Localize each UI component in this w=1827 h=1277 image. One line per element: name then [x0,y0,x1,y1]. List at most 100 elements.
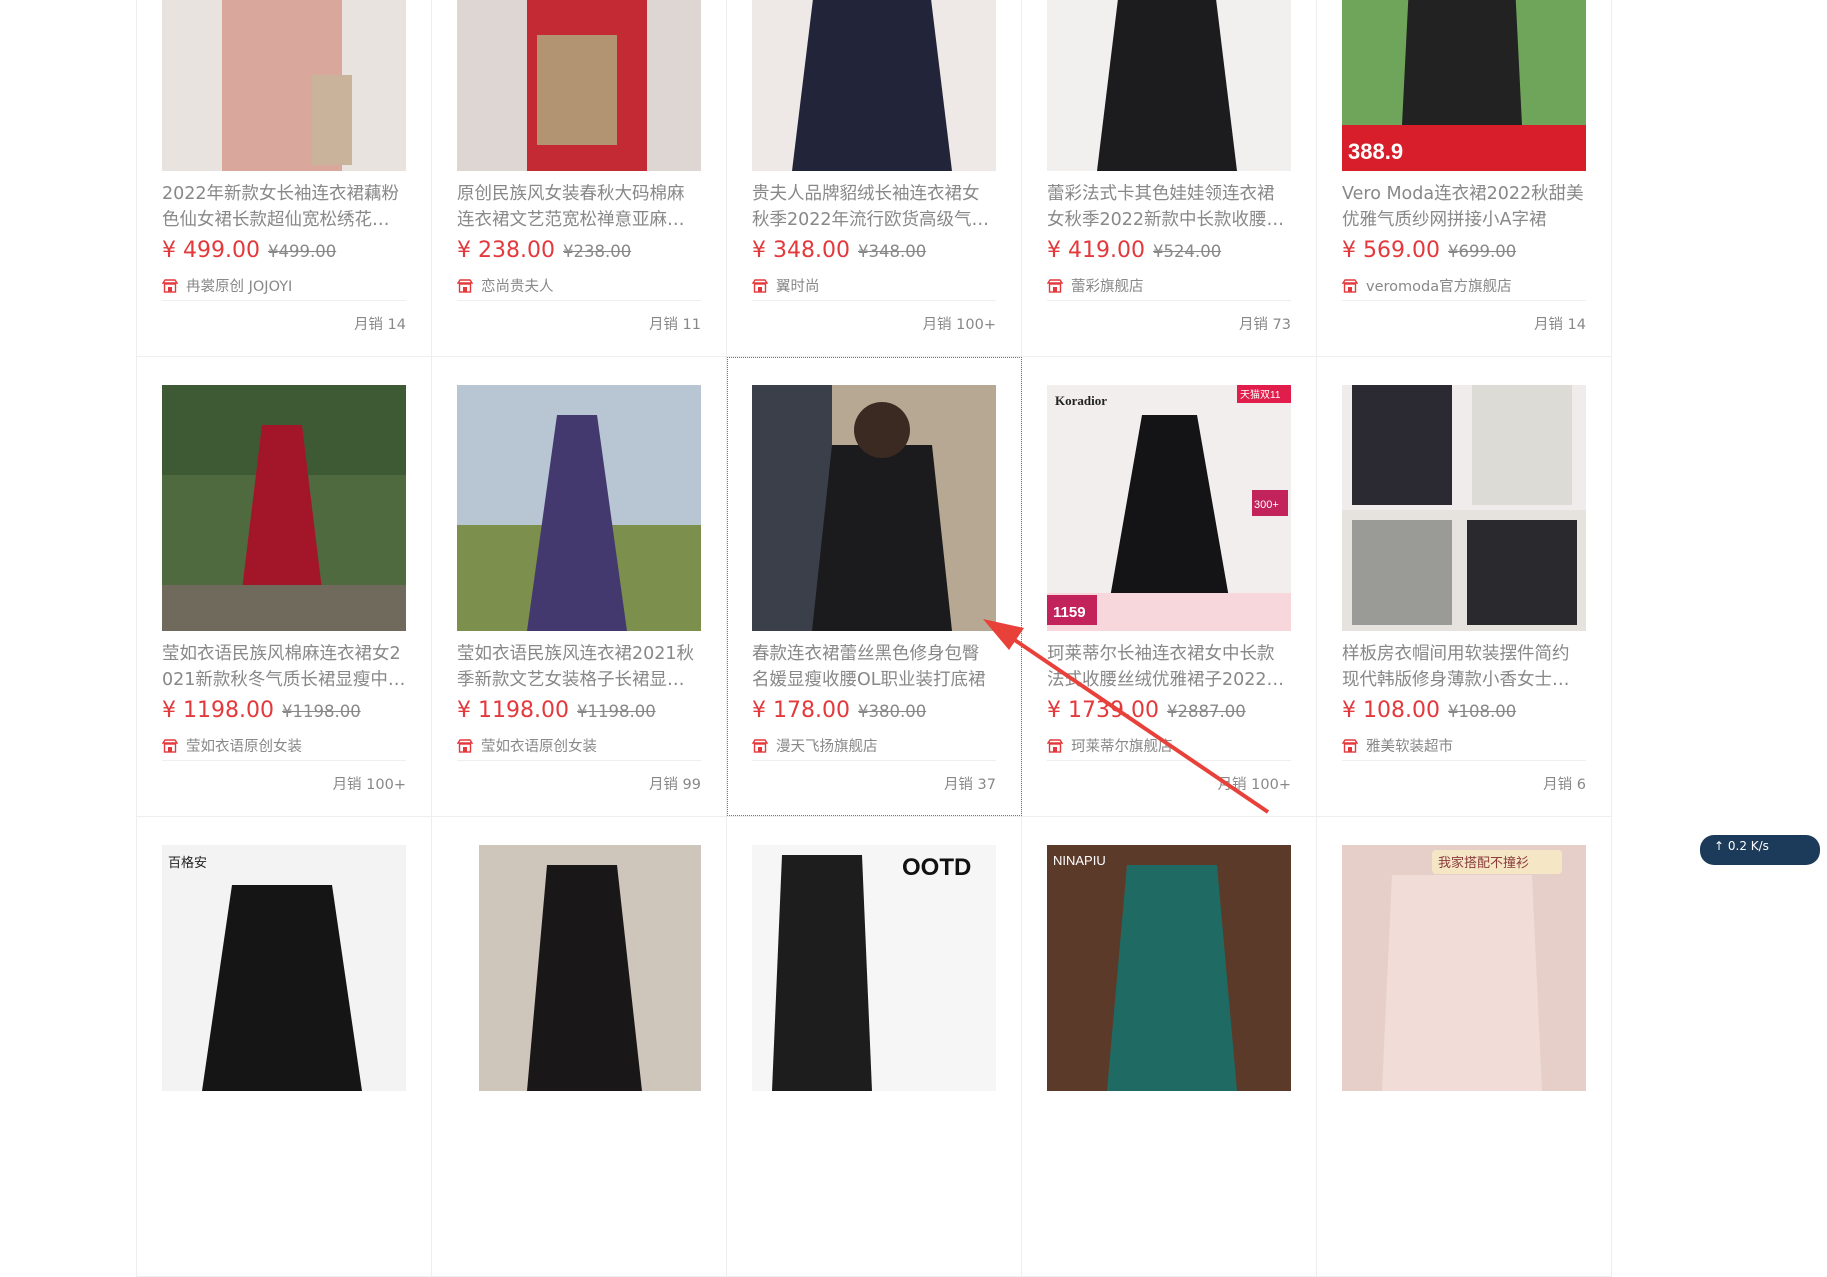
monthly-sales: 月销 100+ [332,777,406,793]
product-image[interactable]: NINAPIU [1047,845,1291,1091]
shop-icon [1047,278,1063,293]
shop-name[interactable]: 蕾彩旗舰店 [1071,275,1144,296]
price-block: ¥ 1198.00 ¥1198.00 [162,698,361,723]
original-price: ¥380.00 [857,702,927,721]
product-image[interactable] [457,385,701,631]
product-title[interactable]: 贵夫人品牌貂绒长袖连衣裙女秋季2022年流行欧货高级气质裙子 [752,181,996,233]
product-card[interactable]: OOTD [727,817,1022,1276]
shop-icon [1342,738,1358,753]
shop-name[interactable]: 雅美软装超市 [1366,735,1453,756]
shop-link[interactable]: 蕾彩旗舰店 [1047,275,1144,296]
shop-link[interactable]: 翼时尚 [752,275,820,296]
shop-name[interactable]: 恋尚贵夫人 [481,275,554,296]
product-row: 百格安 OOTD NINAPIU 我家搭配不撞衫 [137,817,1612,1277]
shop-name[interactable]: 莹如衣语原创女装 [481,735,597,756]
shop-link[interactable]: 珂莱蒂尔旗舰店 [1047,735,1173,756]
shop-link[interactable]: veromoda官方旗舰店 [1342,275,1512,296]
product-title[interactable]: 2022年新款女长袖连衣裙藕粉色仙女裙长款超仙宽松绣花亚麻长裙 [162,181,406,233]
current-price: ¥ 1198.00 [162,698,274,723]
product-card[interactable]: 原创民族风女装春秋大码棉麻连衣裙文艺范宽松禅意亚麻长裙 ¥ 238.00 ¥238.… [432,0,727,356]
product-title[interactable]: 莹如衣语民族风棉麻连衣裙女2021新款秋冬气质长裙显瘦中长款 [162,641,406,693]
product-card[interactable]: Koradior 1159 300+ 天猫双11 珂莱蒂尔长袖连衣裙女中长款法式收腰丝绒… [1022,357,1317,816]
price-block: ¥ 1198.00 ¥1198.00 [457,698,656,723]
product-title[interactable]: 原创民族风女装春秋大码棉麻连衣裙文艺范宽松禅意亚麻长裙 [457,181,701,233]
product-image[interactable] [162,0,406,171]
shop-link[interactable]: 雅美软装超市 [1342,735,1453,756]
original-price: ¥524.00 [1152,242,1222,261]
product-card[interactable]: 样板房衣帽间用软装摆件简约现代韩版修身薄款小香女士连衣裙 ¥ 108.00 ¥108… [1317,357,1612,816]
monthly-sales: 月销 14 [353,317,406,333]
product-image[interactable]: Koradior 1159 300+ 天猫双11 [1047,385,1291,631]
price-block: ¥ 499.00 ¥499.00 [162,238,336,263]
product-card[interactable]: 2022年新款女长袖连衣裙藕粉色仙女裙长款超仙宽松绣花亚麻长裙 ¥ 499.00¥… [137,0,432,356]
product-title[interactable]: 蕾彩法式卡其色娃娃领连衣裙女秋季2022新款中长款收腰裙子 [1047,181,1291,233]
divider [162,760,406,761]
shop-link[interactable]: 莹如衣语原创女装 [162,735,302,756]
product-title[interactable]: 珂莱蒂尔长袖连衣裙女中长款法式收腰丝绒优雅裙子2022秋冬 [1047,641,1291,693]
product-card[interactable]: 莹如衣语民族风连衣裙2021秋季新款文艺女装格子长裙显瘦气质 ¥ 1198.00¥… [432,357,727,816]
shop-link[interactable]: 恋尚贵夫人 [457,275,554,296]
original-price: ¥238.00 [562,242,632,261]
shop-icon [1047,738,1063,753]
monthly-sales: 月销 6 [1543,777,1586,793]
original-price: ¥1198.00 [576,702,656,721]
product-title[interactable]: 春款连衣裙蕾丝黑色修身包臀名媛显瘦收腰OL职业装打底裙 [752,641,996,693]
product-card[interactable]: 莹如衣语民族风棉麻连衣裙女2021新款秋冬气质长裙显瘦中长款¥ 1198.00¥… [137,357,432,816]
divider [752,300,996,301]
shop-name[interactable]: 漫天飞扬旗舰店 [776,735,878,756]
original-price: ¥108.00 [1447,702,1517,721]
product-image[interactable] [1342,385,1586,631]
divider [752,760,996,761]
shop-link[interactable]: 漫天飞扬旗舰店 [752,735,878,756]
product-image[interactable]: 我家搭配不撞衫 [1342,845,1586,1091]
shop-link[interactable]: 莹如衣语原创女装 [457,735,597,756]
product-title[interactable]: Vero Moda连衣裙2022秋甜美优雅气质纱网拼接小A字裙 [1342,181,1586,233]
product-image[interactable] [1047,0,1291,171]
svg-text:百格安: 百格安 [168,855,207,870]
svg-text:388.9: 388.9 [1348,139,1403,164]
product-card[interactable]: 蕾彩法式卡其色娃娃领连衣裙女秋季2022新款中长款收腰裙子 ¥ 419.00 ¥52… [1022,0,1317,356]
product-card[interactable]: 春款连衣裙蕾丝黑色修身包臀名媛显瘦收腰OL职业装打底裙 ¥ 178.00 ¥380.… [727,357,1022,816]
original-price: ¥1198.00 [281,702,361,721]
monthly-sales: 月销 73 [1238,317,1291,333]
price-block: ¥ 238.00 ¥238.00 [457,238,631,263]
original-price: ¥348.00 [857,242,927,261]
divider [457,760,701,761]
product-card[interactable]: NINAPIU [1022,817,1317,1276]
product-image[interactable] [162,385,406,631]
shop-icon [162,278,178,293]
product-row: 2022年新款女长袖连衣裙藕粉色仙女裙长款超仙宽松绣花亚麻长裙 ¥ 499.00¥… [137,0,1612,357]
original-price: ¥2887.00 [1166,702,1246,721]
product-card[interactable]: 贵夫人品牌貂绒长袖连衣裙女秋季2022年流行欧货高级气质裙子 ¥ 348.00 ¥3… [727,0,1022,356]
product-card[interactable]: 我家搭配不撞衫 [1317,817,1612,1276]
product-title[interactable]: 样板房衣帽间用软装摆件简约现代韩版修身薄款小香女士连衣裙 [1342,641,1586,693]
product-title[interactable]: 莹如衣语民族风连衣裙2021秋季新款文艺女装格子长裙显瘦气质 [457,641,701,693]
product-image[interactable]: 388.9 [1342,0,1586,171]
product-image[interactable]: OOTD [752,845,996,1091]
product-card[interactable]: 百格安 [137,817,432,1276]
current-price: ¥ 569.00 [1342,238,1440,263]
product-image[interactable] [457,845,701,1091]
monthly-sales: 月销 37 [943,777,996,793]
shop-icon [457,278,473,293]
price-block: ¥ 348.00 ¥348.00 [752,238,926,263]
price-block: ¥ 178.00 ¥380.00 [752,698,926,723]
svg-text:天猫双11: 天猫双11 [1240,388,1281,401]
product-image[interactable]: 百格安 [162,845,406,1091]
shop-name[interactable]: veromoda官方旗舰店 [1366,275,1512,296]
product-image[interactable] [752,0,996,171]
shop-name[interactable]: 冉裳原创 JOJOYI [186,275,292,296]
shop-name[interactable]: 珂莱蒂尔旗舰店 [1071,735,1173,756]
current-price: ¥ 178.00 [752,698,850,723]
shop-icon [1342,278,1358,293]
product-card[interactable]: 388.9 Vero Moda连衣裙2022秋甜美优雅气质纱网拼接小A字裙 ¥ 56… [1317,0,1612,356]
current-price: ¥ 348.00 [752,238,850,263]
monthly-sales: 月销 100+ [1217,777,1291,793]
shop-name[interactable]: 翼时尚 [776,275,820,296]
monthly-sales: 月销 11 [648,317,701,333]
product-image[interactable] [457,0,701,171]
product-image[interactable] [752,385,996,631]
shop-name[interactable]: 莹如衣语原创女装 [186,735,302,756]
shop-link[interactable]: 冉裳原创 JOJOYI [162,275,292,296]
product-card[interactable] [432,817,727,1276]
